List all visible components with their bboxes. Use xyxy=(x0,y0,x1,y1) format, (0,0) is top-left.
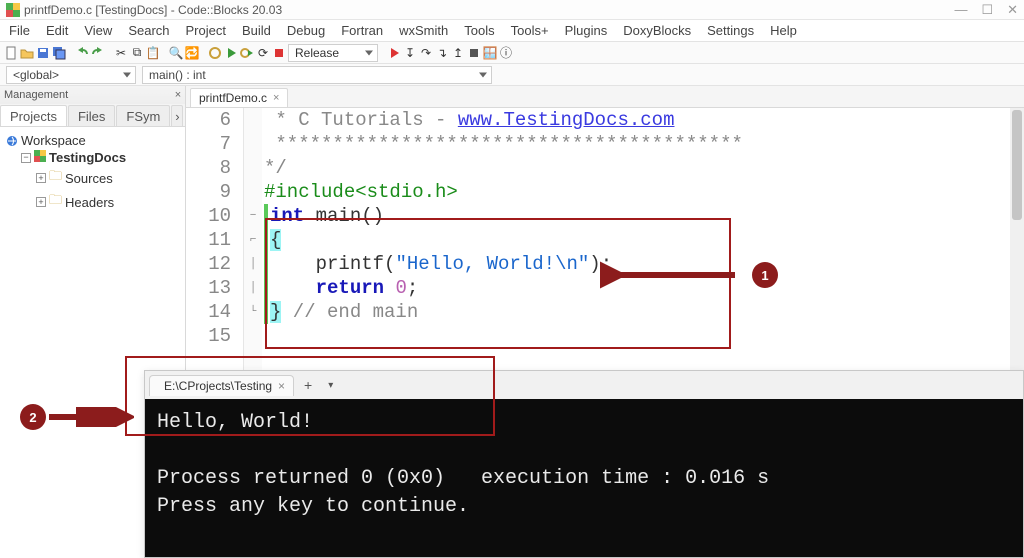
menu-project[interactable]: Project xyxy=(179,23,233,38)
tree-headers[interactable]: + 🗀 Headers xyxy=(6,190,179,214)
save-all-icon[interactable] xyxy=(52,46,66,60)
expander-icon[interactable]: − xyxy=(21,153,31,163)
annotation-badge-1: 1 xyxy=(752,262,778,288)
cut-icon[interactable]: ✂ xyxy=(114,46,128,60)
build-icon[interactable] xyxy=(208,46,222,60)
paste-icon[interactable]: 📋 xyxy=(146,46,160,60)
menubar: File Edit View Search Project Build Debu… xyxy=(0,20,1024,42)
run-icon[interactable] xyxy=(224,46,238,60)
management-close-icon[interactable]: × xyxy=(171,89,185,101)
step-out-icon[interactable]: ↥ xyxy=(451,46,465,60)
console-tab[interactable]: ▣ E:\CProjects\Testing × xyxy=(149,375,294,396)
debug-start-icon[interactable] xyxy=(387,46,401,60)
close-button[interactable]: ✕ xyxy=(1007,2,1018,18)
titlebar: printfDemo.c [TestingDocs] - Code::Block… xyxy=(0,0,1024,20)
find-icon[interactable]: 🔍 xyxy=(169,46,183,60)
menu-tools[interactable]: Tools xyxy=(457,23,501,38)
menu-toolsplus[interactable]: Tools+ xyxy=(504,23,556,38)
step-over-icon[interactable]: ↷ xyxy=(419,46,433,60)
rebuild-icon[interactable]: ⟳ xyxy=(256,46,270,60)
tab-close-icon[interactable]: × xyxy=(278,379,285,393)
debug-windows-icon[interactable]: 🪟 xyxy=(483,46,497,60)
menu-settings[interactable]: Settings xyxy=(700,23,761,38)
window-title: printfDemo.c [TestingDocs] - Code::Block… xyxy=(24,3,954,17)
management-tabs: Projects Files FSym › xyxy=(0,104,185,127)
run-to-cursor-icon[interactable]: ↧ xyxy=(403,46,417,60)
tree-project[interactable]: − TestingDocs xyxy=(6,149,179,166)
info-icon[interactable]: ⓘ xyxy=(499,46,513,60)
scope-global-combo[interactable]: <global> xyxy=(6,66,136,84)
annotation-badge-2: 2 xyxy=(20,404,46,430)
maximize-button[interactable]: ☐ xyxy=(981,2,993,18)
editor-tabstrip: printfDemo.c × xyxy=(186,86,1024,108)
expander-icon[interactable]: + xyxy=(36,197,46,207)
menu-fortran[interactable]: Fortran xyxy=(334,23,390,38)
console-tabstrip: ▣ E:\CProjects\Testing × + ▾ xyxy=(145,371,1023,399)
menu-view[interactable]: View xyxy=(77,23,119,38)
menu-doxyblocks[interactable]: DoxyBlocks xyxy=(616,23,698,38)
menu-plugins[interactable]: Plugins xyxy=(558,23,615,38)
expander-icon[interactable]: + xyxy=(36,173,46,183)
minimize-button[interactable]: — xyxy=(954,2,967,18)
console-window: ▣ E:\CProjects\Testing × + ▾ Hello, Worl… xyxy=(144,370,1024,558)
menu-help[interactable]: Help xyxy=(763,23,804,38)
editor-tab-printfdemo[interactable]: printfDemo.c × xyxy=(190,88,288,107)
replace-icon[interactable]: 🔁 xyxy=(185,46,199,60)
url-link[interactable]: www.TestingDocs.com xyxy=(458,109,675,131)
app-icon xyxy=(6,3,20,17)
build-target-combo[interactable]: Release xyxy=(288,44,378,62)
tab-files[interactable]: Files xyxy=(68,105,115,127)
new-file-icon[interactable] xyxy=(4,46,18,60)
new-tab-button[interactable]: + xyxy=(298,377,318,393)
menu-file[interactable]: File xyxy=(2,23,37,38)
save-icon[interactable] xyxy=(36,46,50,60)
management-title: Management xyxy=(4,89,68,101)
project-tree[interactable]: Workspace − TestingDocs + 🗀 Sources + 🗀 … xyxy=(0,127,185,219)
tabs-more-icon[interactable]: › xyxy=(171,105,183,127)
build-run-icon[interactable] xyxy=(240,46,254,60)
step-into-icon[interactable]: ↴ xyxy=(435,46,449,60)
scope-function-combo[interactable]: main() : int xyxy=(142,66,492,84)
menu-debug[interactable]: Debug xyxy=(280,23,332,38)
folder-icon: 🗀 xyxy=(49,167,62,189)
tab-fsymbols[interactable]: FSym xyxy=(116,105,170,127)
menu-wxsmith[interactable]: wxSmith xyxy=(392,23,455,38)
tab-projects[interactable]: Projects xyxy=(0,105,67,127)
tree-workspace[interactable]: Workspace xyxy=(6,132,179,149)
main-toolbar: ✂ ⧉ 📋 🔍 🔁 ⟳ Release ↧ ↷ ↴ ↥ 🪟 ⓘ xyxy=(0,42,1024,64)
copy-icon[interactable]: ⧉ xyxy=(130,46,144,60)
scope-bar: <global> main() : int xyxy=(0,64,1024,86)
tab-menu-icon[interactable]: ▾ xyxy=(322,380,339,391)
tree-sources[interactable]: + 🗀 Sources xyxy=(6,166,179,190)
tab-close-icon[interactable]: × xyxy=(273,92,279,104)
redo-icon[interactable] xyxy=(91,46,105,60)
workspace-icon xyxy=(6,135,18,147)
stop-debug-icon[interactable] xyxy=(467,46,481,60)
open-icon[interactable] xyxy=(20,46,34,60)
menu-search[interactable]: Search xyxy=(121,23,176,38)
console-output[interactable]: Hello, World! Process returned 0 (0x0) e… xyxy=(145,399,1023,557)
stop-icon[interactable] xyxy=(272,46,286,60)
folder-icon: 🗀 xyxy=(49,191,62,213)
menu-build[interactable]: Build xyxy=(235,23,278,38)
undo-icon[interactable] xyxy=(75,46,89,60)
project-icon xyxy=(34,150,46,165)
menu-edit[interactable]: Edit xyxy=(39,23,75,38)
